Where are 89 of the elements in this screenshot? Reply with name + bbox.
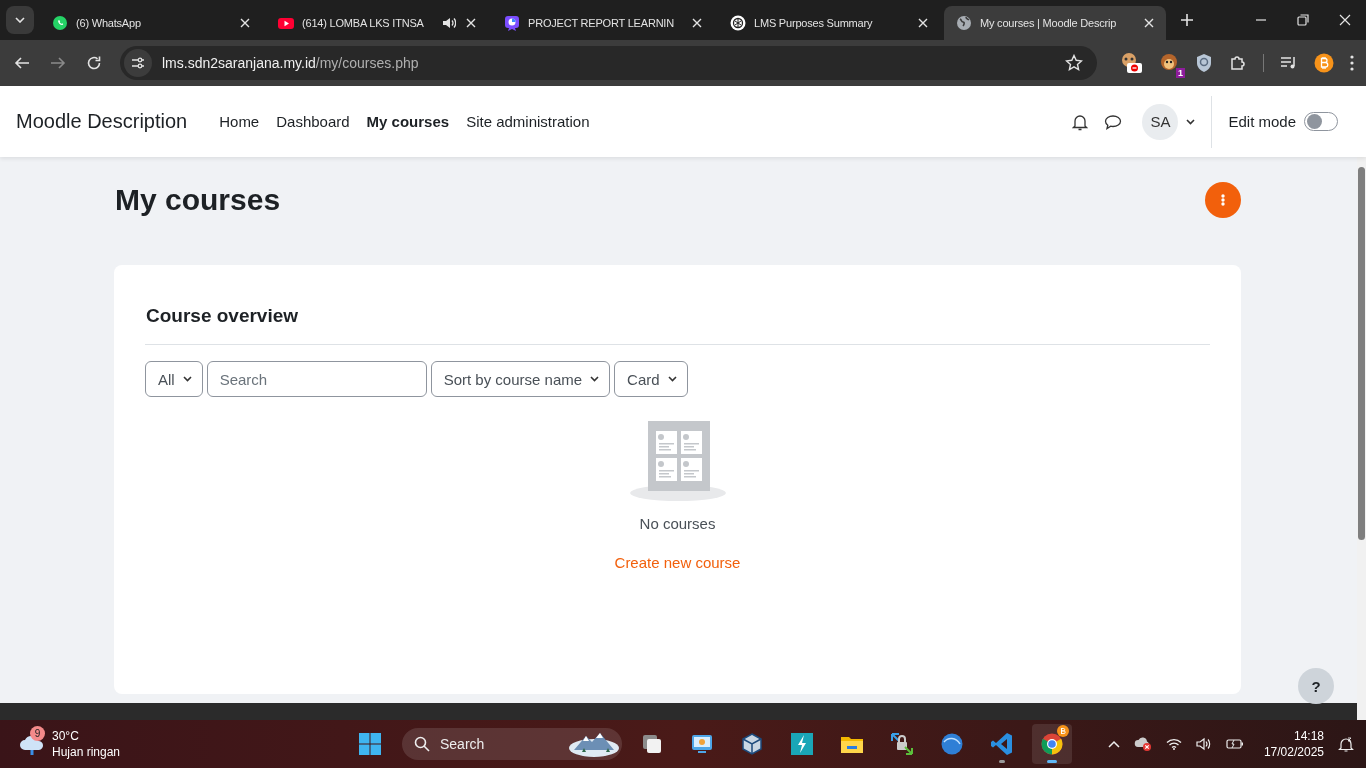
help-button[interactable]: ?	[1298, 668, 1334, 704]
knot-icon	[730, 15, 746, 31]
cloud-error-icon[interactable]	[1133, 736, 1152, 752]
puzzle-icon[interactable]	[1229, 54, 1247, 72]
browser-tab[interactable]: PROJECT REPORT LEARNIN	[492, 6, 714, 40]
restore-icon[interactable]	[1297, 14, 1309, 26]
back-icon[interactable]	[14, 55, 30, 71]
kebab-menu-icon	[1221, 194, 1225, 206]
user-avatar[interactable]: SA	[1142, 103, 1179, 140]
report-icon	[504, 15, 520, 31]
bitcoin-icon[interactable]	[1314, 53, 1334, 73]
close-icon[interactable]	[240, 18, 250, 28]
tab-title: (614) LOMBA LKS ITNSA	[302, 17, 425, 29]
close-icon[interactable]	[692, 18, 702, 28]
chevron-down-icon	[182, 376, 192, 382]
browser-tab[interactable]: (614) LOMBA LKS ITNSA	[266, 6, 488, 40]
monkey-icon[interactable]	[1159, 53, 1179, 73]
tab-title: PROJECT REPORT LEARNIN	[528, 17, 675, 29]
extension-badge: 1	[1176, 68, 1185, 78]
forward-icon[interactable]	[50, 55, 66, 71]
chevron-up-icon[interactable]	[1107, 740, 1120, 748]
tab-title: My courses | Moodle Descrip	[980, 17, 1118, 29]
clock-date[interactable]: 17/02/2025	[1263, 744, 1324, 760]
new-tab-icon[interactable]	[1180, 13, 1194, 27]
temperature: 30°C	[52, 728, 80, 744]
weather-condition: Hujan ringan	[52, 744, 121, 760]
taskbar-app[interactable]	[1032, 724, 1072, 764]
nav-link[interactable]: Site administration	[466, 113, 590, 130]
nav-link[interactable]: Dashboard	[276, 113, 350, 130]
code-editor-icon	[990, 732, 1014, 756]
bell-icon[interactable]	[1072, 112, 1089, 131]
notification-bell-icon[interactable]	[1338, 736, 1354, 752]
network-lock-icon	[890, 732, 914, 756]
weather-badge: 9	[30, 726, 45, 741]
chevron-down-icon	[15, 17, 25, 23]
chevron-down-icon[interactable]	[1186, 118, 1196, 125]
nav-link[interactable]: My courses	[366, 113, 450, 130]
chat-bubble-icon[interactable]	[1104, 113, 1123, 130]
close-icon[interactable]	[918, 18, 928, 28]
blocker-icon[interactable]	[1119, 52, 1143, 74]
url-text: lms.sdn2saranjana.my.id/my/courses.php	[162, 55, 420, 71]
shield-icon[interactable]	[1195, 53, 1213, 73]
page-title: My courses	[115, 183, 281, 217]
volume-icon[interactable]	[1195, 737, 1212, 751]
monitor-app-icon	[690, 732, 714, 756]
play-icon	[278, 15, 294, 31]
chevron-down-icon	[667, 376, 677, 382]
filter-dropdown[interactable]: Sort by course name	[430, 361, 611, 397]
tab-title: LMS Purposes Summary	[754, 17, 874, 29]
tab-search-button[interactable]	[6, 6, 34, 34]
whatsapp-icon	[52, 15, 68, 31]
nav-link[interactable]: Home	[219, 113, 260, 130]
task-view-icon	[640, 732, 664, 756]
wifi-icon[interactable]	[1165, 738, 1182, 750]
speaker-icon[interactable]	[442, 16, 456, 30]
site-settings-icon[interactable]	[131, 57, 145, 69]
taskbar-search[interactable]: Search	[402, 728, 622, 760]
edit-mode-label: Edit mode	[1228, 113, 1296, 130]
chevron-down-icon	[590, 376, 600, 382]
battery-icon[interactable]	[1225, 738, 1244, 750]
card-title: Course overview	[146, 305, 300, 327]
close-icon[interactable]	[1144, 18, 1154, 28]
tab-title: (6) WhatsApp	[76, 17, 142, 29]
address-bar[interactable]: lms.sdn2saranjana.my.id/my/courses.php	[120, 46, 1097, 80]
reload-icon[interactable]	[86, 55, 102, 71]
windows-start-icon[interactable]	[358, 732, 382, 756]
browser-tab[interactable]: LMS Purposes Summary	[718, 6, 940, 40]
search-icon	[414, 736, 430, 752]
media-queue-icon[interactable]	[1280, 55, 1298, 71]
chrome-icon	[1040, 732, 1064, 756]
bitcoin-icon	[1057, 725, 1069, 737]
star-icon[interactable]	[1065, 54, 1083, 72]
lightning-icon	[790, 732, 814, 756]
empty-message: No courses	[639, 515, 716, 532]
kebab-menu-icon[interactable]	[1350, 55, 1354, 71]
cube-icon	[740, 732, 764, 756]
search-field[interactable]: Search	[206, 361, 427, 397]
filter-dropdown[interactable]: Card	[614, 361, 688, 397]
close-icon[interactable]	[466, 18, 476, 28]
globe-icon	[956, 15, 972, 31]
browser-tab[interactable]: My courses | Moodle Descrip	[944, 6, 1166, 40]
actions-button[interactable]	[1205, 182, 1241, 218]
browser-tab[interactable]: (6) WhatsApp	[40, 6, 262, 40]
scrollbar[interactable]	[1357, 157, 1366, 720]
site-name[interactable]: Moodle Description	[16, 110, 188, 133]
sphere-icon	[940, 732, 964, 756]
filter-dropdown[interactable]: All	[145, 361, 203, 397]
clock-time[interactable]: 14:18	[1293, 728, 1324, 744]
close-icon[interactable]	[1339, 14, 1351, 26]
